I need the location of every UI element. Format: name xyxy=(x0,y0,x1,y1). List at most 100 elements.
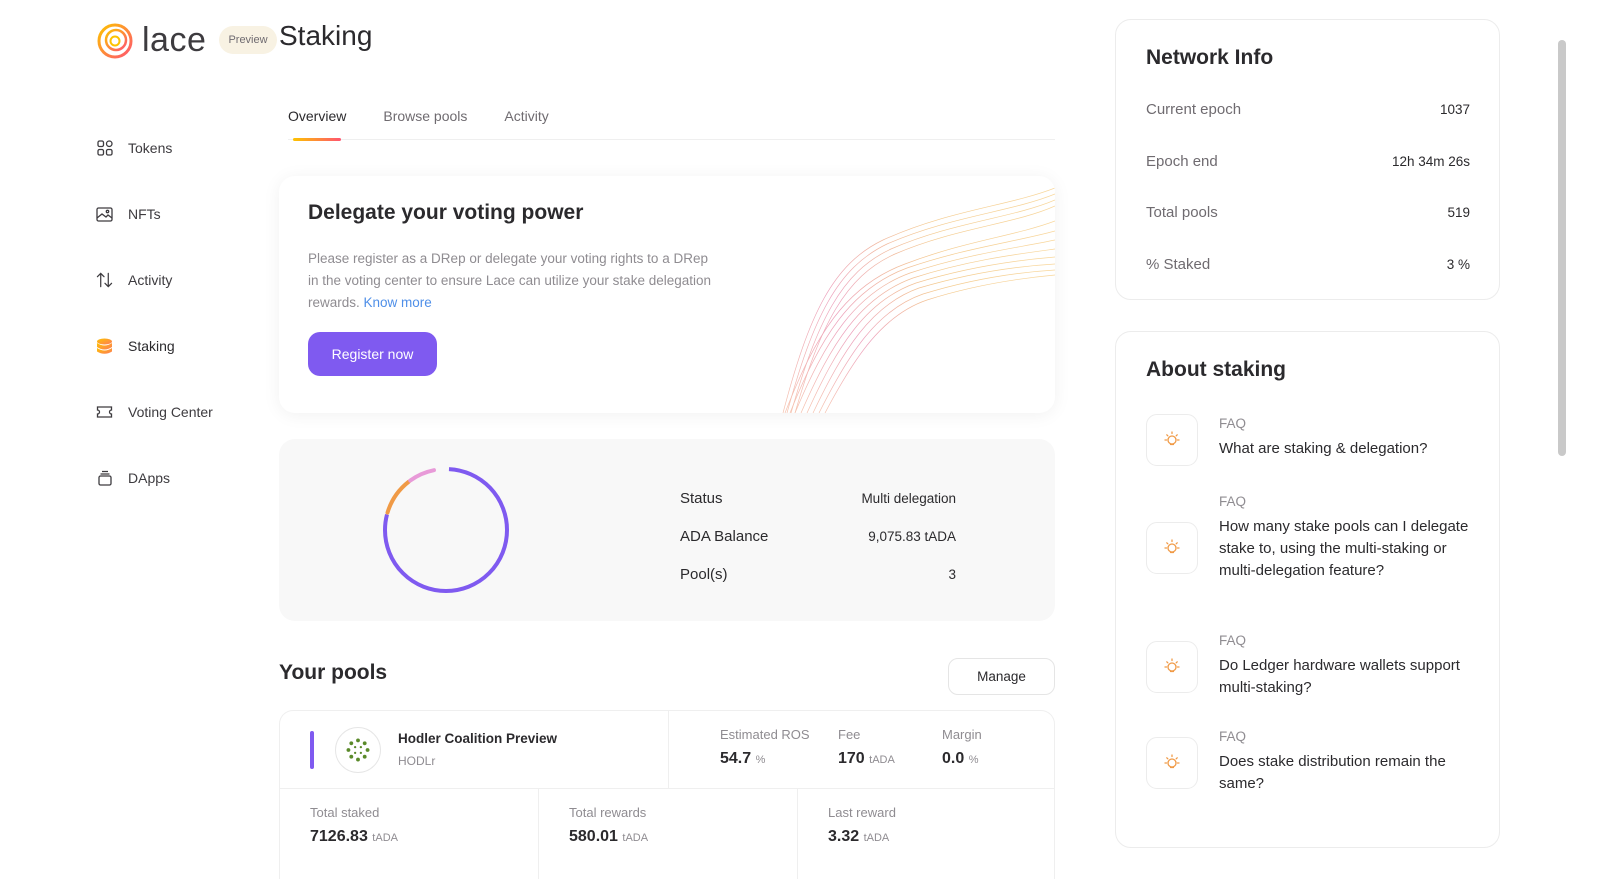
delegate-title: Delegate your voting power xyxy=(308,201,584,224)
coins-stack-icon xyxy=(96,338,113,355)
lightbulb-icon xyxy=(1146,737,1198,789)
page-title: Staking xyxy=(279,20,373,51)
metric-estimated-ros: Estimated ROS 54.7 % xyxy=(720,727,810,768)
about-staking-card: About staking FAQ What are staking & del… xyxy=(1115,331,1500,848)
pool-header: Hodler Coalition Preview HODLr Estimated… xyxy=(280,711,1054,789)
faq-item[interactable]: FAQ What are staking & delegation? xyxy=(1146,414,1476,476)
delegate-description: Please register as a DRep or delegate yo… xyxy=(308,248,718,314)
tab-overview[interactable]: Overview xyxy=(288,108,346,141)
cell-label: Total staked xyxy=(310,805,380,820)
know-more-link[interactable]: Know more xyxy=(364,295,432,310)
network-value: 1037 xyxy=(1439,102,1470,118)
pool-logo-icon xyxy=(335,727,381,773)
delegation-status-card: Status Multi delegation ADA Balance 9,07… xyxy=(279,439,1055,621)
sidebar-item-dapps[interactable]: DApps xyxy=(96,445,256,511)
pool-card[interactable]: Hodler Coalition Preview HODLr Estimated… xyxy=(279,710,1055,879)
app-name: lace xyxy=(142,21,207,59)
status-details: Status Multi delegation ADA Balance 9,07… xyxy=(680,479,956,593)
sidebar-item-staking[interactable]: Staking xyxy=(96,313,256,379)
network-row: % Staked 3 % xyxy=(1146,239,1470,291)
sidebar-item-activity[interactable]: Activity xyxy=(96,247,256,313)
faq-question: Do Ledger hardware wallets support multi… xyxy=(1219,657,1460,696)
metric-number: 0.0 xyxy=(942,750,965,767)
network-value: 12h 34m 26s xyxy=(1391,153,1470,169)
faq-item[interactable]: FAQ Does stake distribution remain the s… xyxy=(1146,729,1476,795)
metric-fee: Fee 170 tADA xyxy=(838,727,895,768)
network-label: Current epoch xyxy=(1146,101,1242,119)
sidebar-item-tokens[interactable]: Tokens xyxy=(96,115,256,181)
metric-number: 54.7 xyxy=(720,750,752,767)
network-info-card: Network Info Current epoch 1037 Epoch en… xyxy=(1115,19,1500,300)
cell-number: 580.01 xyxy=(569,828,618,845)
metric-label: Margin xyxy=(942,727,982,742)
lightbulb-icon xyxy=(1146,522,1198,574)
lightbulb-icon xyxy=(1146,414,1198,466)
faq-item[interactable]: FAQ How many stake pools can I delegate … xyxy=(1146,494,1476,604)
lace-logo-icon xyxy=(97,23,133,58)
network-label: Epoch end xyxy=(1146,152,1218,170)
cell-number: 3.32 xyxy=(828,828,860,845)
metric-margin: Margin 0.0 % xyxy=(942,727,982,768)
divider xyxy=(668,711,669,789)
cell-unit: tADA xyxy=(372,832,398,844)
sidebar-item-label: Voting Center xyxy=(128,404,213,420)
status-label: Status xyxy=(680,489,723,507)
cell-value: 7126.83 tADA xyxy=(310,828,538,846)
staking-tabs: Overview Browse pools Activity xyxy=(288,108,1055,141)
status-value: 9,075.83 tADA xyxy=(868,528,956,544)
image-icon xyxy=(96,206,113,223)
faq-tag: FAQ xyxy=(1219,494,1247,509)
network-label: Total pools xyxy=(1146,204,1218,222)
cell-label: Total rewards xyxy=(569,805,647,820)
cell-unit: tADA xyxy=(863,832,890,844)
metric-value: 54.7 % xyxy=(720,750,810,768)
delegation-donut-chart xyxy=(383,467,509,593)
sidebar-item-label: Tokens xyxy=(128,140,173,156)
metric-unit: % xyxy=(755,754,766,766)
decorative-waves xyxy=(782,187,1055,413)
network-value: 519 xyxy=(1447,205,1470,221)
network-info-title: Network Info xyxy=(1146,46,1274,69)
lightbulb-icon xyxy=(1146,641,1198,693)
sidebar-item-label: DApps xyxy=(128,470,171,486)
status-row: Status Multi delegation xyxy=(680,479,956,517)
pool-totals: Total staked 7126.83 tADA Total rewards … xyxy=(280,789,1054,879)
total-rewards-cell: Total rewards 580.01 tADA xyxy=(539,789,798,879)
network-row: Current epoch 1037 xyxy=(1146,84,1470,136)
status-row: Pool(s) 3 xyxy=(680,555,956,593)
manage-button[interactable]: Manage xyxy=(948,658,1055,695)
pool-color-bar xyxy=(310,731,314,769)
metric-value: 170 tADA xyxy=(838,750,895,768)
register-now-button[interactable]: Register now xyxy=(308,332,437,376)
sidebar: Tokens NFTs Activity Staking Voting Cent… xyxy=(96,115,256,511)
network-label: % Staked xyxy=(1146,255,1211,273)
status-value: Multi delegation xyxy=(861,490,956,506)
sidebar-item-label: NFTs xyxy=(128,206,161,222)
about-staking-title: About staking xyxy=(1146,358,1286,381)
last-reward-cell: Last reward 3.32 tADA xyxy=(798,789,1054,879)
metric-unit: % xyxy=(968,754,979,766)
metric-number: 170 xyxy=(838,750,865,767)
lace-logo[interactable]: lace xyxy=(96,21,206,60)
delegate-voting-card: Delegate your voting power Please regist… xyxy=(279,176,1055,413)
status-label: ADA Balance xyxy=(680,527,769,545)
tab-activity[interactable]: Activity xyxy=(504,108,548,140)
sidebar-item-nfts[interactable]: NFTs xyxy=(96,181,256,247)
preview-badge: Preview xyxy=(219,26,277,54)
network-row: Total pools 519 xyxy=(1146,187,1470,239)
metric-value: 0.0 % xyxy=(942,750,982,768)
faq-question: How many stake pools can I delegate stak… xyxy=(1219,518,1469,579)
network-row: Epoch end 12h 34m 26s xyxy=(1146,136,1470,188)
pool-ticker: HODLr xyxy=(398,754,436,768)
tab-browse-pools[interactable]: Browse pools xyxy=(383,108,467,140)
metric-label: Fee xyxy=(838,727,861,742)
cell-unit: tADA xyxy=(622,832,649,844)
faq-item[interactable]: FAQ Do Ledger hardware wallets support m… xyxy=(1146,633,1476,699)
sidebar-item-voting-center[interactable]: Voting Center xyxy=(96,379,256,445)
dapps-icon xyxy=(96,470,113,487)
arrows-up-down-icon xyxy=(96,272,113,289)
faq-tag: FAQ xyxy=(1219,729,1247,744)
sidebar-item-label: Activity xyxy=(128,272,173,288)
page-scrollbar[interactable] xyxy=(1558,40,1566,456)
your-pools-title: Your pools xyxy=(279,661,388,684)
